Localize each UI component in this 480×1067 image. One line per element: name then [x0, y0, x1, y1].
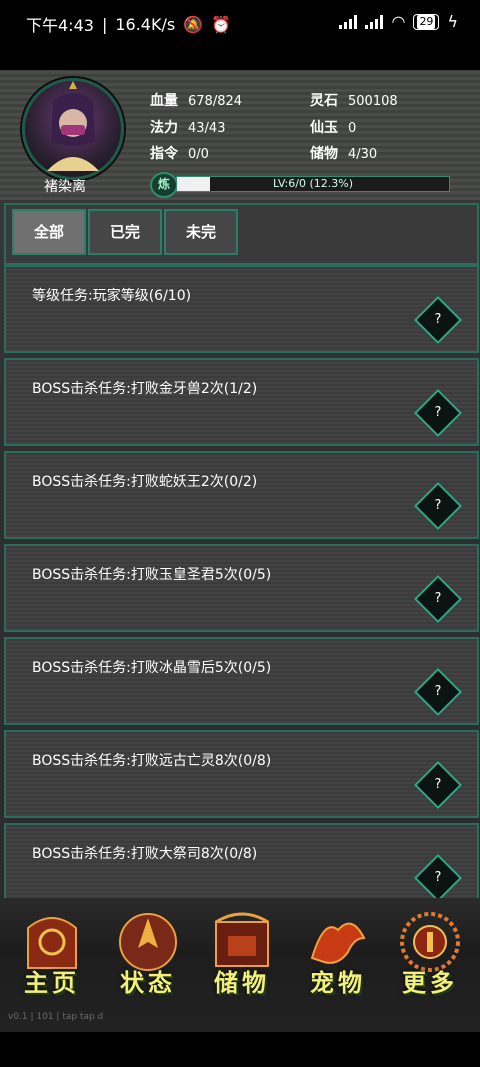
charging-icon: ϟ: [447, 12, 458, 31]
network-speed: 16.4K/s: [115, 14, 176, 34]
task-item: 等级任务:玩家等级(6/10) ?: [4, 265, 479, 353]
avatar-portrait-icon: [47, 81, 99, 171]
task-item: BOSS击杀任务:打败玉皇圣君5次(0/5) ?: [4, 544, 479, 632]
task-label: BOSS击杀任务:打败金牙兽2次(1/2): [32, 381, 258, 397]
task-filter-tabs: 全部 已完 未完: [4, 203, 479, 265]
signal-icon-2: [365, 14, 384, 29]
task-info-button[interactable]: ?: [413, 295, 463, 345]
task-info-button[interactable]: ?: [413, 481, 463, 531]
tab-all[interactable]: 全部: [12, 209, 86, 255]
task-info-button[interactable]: ?: [413, 853, 463, 903]
battery-icon: 29: [413, 13, 440, 30]
task-item: BOSS击杀任务:打败远古亡灵8次(0/8) ?: [4, 730, 479, 818]
task-info-button[interactable]: ?: [413, 667, 463, 717]
task-item: BOSS击杀任务:打败蛇妖王2次(0/2) ?: [4, 451, 479, 539]
task-label: BOSS击杀任务:打败玉皇圣君5次(0/5): [32, 567, 272, 583]
task-info-button[interactable]: ?: [413, 574, 463, 624]
nav-home-button[interactable]: 主页: [8, 908, 96, 1008]
alarm-icon: ⏰: [211, 14, 232, 34]
tab-completed[interactable]: 已完: [88, 209, 162, 255]
system-status-bar: 下午4:43 | 16.4K/s 🔕 ⏰ ◠ 29 ϟ: [0, 0, 480, 44]
clock: 下午4:43: [26, 16, 94, 35]
version-text: v0.1 | 101 | tap tap d: [8, 1012, 104, 1022]
nav-status-button[interactable]: 状态: [104, 908, 192, 1008]
stat-hp: 血量 678/824: [150, 93, 243, 109]
level-progress-bar: 炼 LV:6/0 (12.3%): [150, 172, 455, 198]
task-label: 等级任务:玩家等级(6/10): [32, 288, 192, 304]
task-label: BOSS击杀任务:打败冰晶雪后5次(0/5): [32, 660, 272, 676]
task-item: BOSS击杀任务:打败冰晶雪后5次(0/5) ?: [4, 637, 479, 725]
task-info-button[interactable]: ?: [413, 760, 463, 810]
player-header: 褚染离 血量 678/824 灵石 500108 法力 43/43 仙玉 0 指令 0/0…: [0, 70, 480, 200]
cultivation-badge: 炼: [150, 172, 178, 198]
stat-spirit-stone: 灵石 500108: [310, 93, 398, 109]
stat-mana: 法力 43/43: [150, 120, 226, 136]
task-info-button[interactable]: ?: [413, 388, 463, 438]
task-label: BOSS击杀任务:打败远古亡灵8次(0/8): [32, 753, 272, 769]
nav-storage-button[interactable]: 储物: [198, 908, 286, 1008]
nav-more-button[interactable]: 更多: [386, 908, 474, 1008]
stat-storage: 储物 4/30: [310, 146, 378, 162]
mute-icon: 🔕: [183, 14, 204, 34]
signal-icon: [339, 14, 358, 29]
nav-pet-button[interactable]: 宠物: [294, 908, 382, 1008]
game-screen: 褚染离 血量 678/824 灵石 500108 法力 43/43 仙玉 0 指令 0/0…: [0, 70, 480, 1032]
stat-command: 指令 0/0: [150, 146, 209, 162]
bottom-nav: 主页 状态 储物 宠物 更多 v0.1 | 101 | tap tap d: [0, 898, 480, 1032]
tab-incomplete[interactable]: 未完: [164, 209, 238, 255]
task-label: BOSS击杀任务:打败大祭司8次(0/8): [32, 846, 258, 862]
wifi-icon: ◠: [391, 12, 406, 31]
task-item: BOSS击杀任务:打败金牙兽2次(1/2) ?: [4, 358, 479, 446]
level-track: LV:6/0 (12.3%): [176, 176, 450, 192]
stat-jade: 仙玉 0: [310, 120, 357, 136]
player-name: 褚染离: [44, 179, 86, 195]
level-text: LV:6/0 (12.3%): [273, 177, 353, 190]
player-avatar[interactable]: [22, 78, 124, 180]
task-label: BOSS击杀任务:打败蛇妖王2次(0/2): [32, 474, 258, 490]
